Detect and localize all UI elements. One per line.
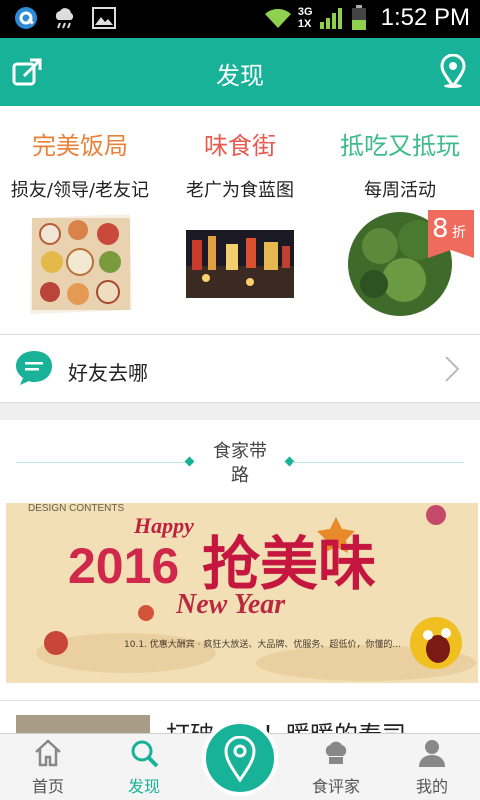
clock: 1:52 PM — [380, 4, 470, 31]
friends-going-row[interactable]: 好友去哪 — [0, 335, 480, 403]
top-app-bar: 发现 — [0, 38, 480, 106]
chevron-right-icon — [445, 356, 460, 382]
battery-icon — [351, 5, 366, 30]
chat-bubble-icon — [16, 351, 52, 385]
network-type: 3G 1X — [297, 6, 313, 30]
location-pin-icon — [224, 736, 256, 782]
feast-image — [30, 214, 132, 314]
chef-hat-icon — [325, 741, 347, 764]
banner-happy: Happy — [134, 513, 194, 538]
person-icon — [419, 740, 445, 767]
app-notification-icon — [15, 7, 37, 29]
tab-discover[interactable]: 发现 — [96, 734, 192, 800]
category-subtitle: 损友/领导/老友记 — [10, 180, 150, 201]
banner-new-year: New Year — [176, 589, 286, 620]
category-title: 味食街 — [204, 132, 276, 160]
weather-icon — [55, 8, 74, 29]
discount-badge: 8 折 — [428, 210, 474, 258]
category-subtitle: 老广为食蓝图 — [186, 180, 294, 201]
street-image — [186, 230, 294, 298]
wifi-icon — [264, 8, 291, 28]
tab-food-critic[interactable]: 食评家 — [288, 734, 384, 800]
banner-header-text: DESIGN CONTENTS — [28, 503, 125, 514]
status-bar: 3G 1X 1:52 PM — [0, 0, 480, 38]
section-title: 食家带路 — [213, 441, 267, 486]
signal-icon — [319, 8, 342, 29]
tab-me[interactable]: 我的 — [384, 734, 480, 800]
page-title: 发现 — [216, 62, 264, 90]
category-subtitle: 每周活动 — [364, 180, 436, 201]
divider-dot — [184, 456, 195, 467]
category-perfect-meal[interactable]: 完美饭局 损友/领导/老友记 — [0, 106, 160, 334]
tab-home[interactable]: 首页 — [0, 734, 96, 800]
category-section: 完美饭局 损友/领导/老友记 味食街 老广为食蓝图 抵吃又抵玩 每周活动 8 折 — [0, 106, 480, 334]
banner-year: 2016 — [68, 538, 180, 594]
home-icon — [35, 739, 61, 767]
center-location-button[interactable] — [202, 720, 278, 796]
image-icon — [92, 7, 116, 29]
location-icon[interactable] — [440, 54, 466, 88]
banner-tagline: 10.1. 优惠大酬宾 · 疯狂大放送、大品牌、优服务、超低价，你懂的... — [124, 640, 401, 650]
category-title: 完美饭局 — [32, 132, 128, 160]
category-title: 抵吃又抵玩 — [340, 132, 460, 160]
search-icon — [131, 740, 159, 768]
promo-banner[interactable]: DESIGN CONTENTS Happy 2016 抢美味 New Year … — [6, 503, 478, 683]
category-food-street[interactable]: 味食街 老广为食蓝图 — [160, 106, 320, 334]
divider-line — [16, 462, 188, 463]
divider-line — [292, 462, 464, 463]
category-value-play[interactable]: 抵吃又抵玩 每周活动 8 折 — [320, 106, 480, 334]
friends-going-label: 好友去哪 — [68, 361, 148, 385]
